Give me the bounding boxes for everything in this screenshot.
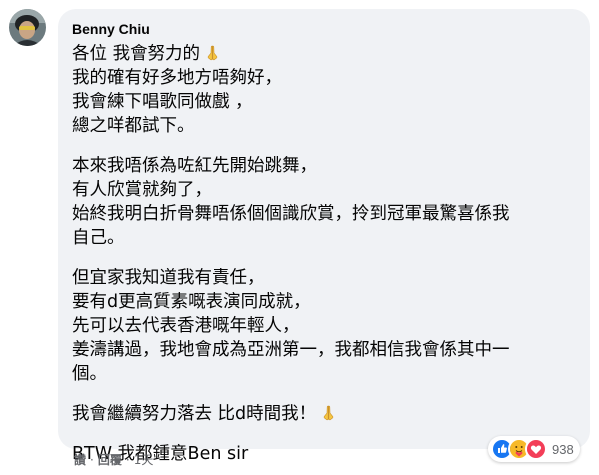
comment-line-text: 先可以去代表香港嘅年輕人， bbox=[72, 316, 300, 336]
like-button[interactable]: 讚 bbox=[74, 452, 86, 468]
comment-line-text: 本來我唔係為咗紅先開始跳舞， bbox=[72, 156, 317, 176]
comment-line: 姜濤講過，我地會成為亞洲第一，我都相信我會係其中一 bbox=[72, 338, 576, 362]
comment-line: 要有d更高質素嘅表演同成就， bbox=[72, 290, 576, 314]
comment-line: 總之咩都試下。 bbox=[72, 114, 576, 138]
reactions-summary[interactable]: 938 bbox=[488, 436, 580, 462]
comment-bubble: Benny Chiu 各位 我會努力的我的確有好多地方唔夠好， 我會練下唱歌同做戲… bbox=[58, 9, 590, 464]
comment-line: 本來我唔係為咗紅先開始跳舞， bbox=[72, 154, 576, 178]
comment-line: 我的確有好多地方唔夠好， bbox=[72, 66, 576, 90]
comment-line: 各位 我會努力的 bbox=[72, 42, 576, 66]
comment-timestamp[interactable]: 1天 bbox=[134, 452, 154, 468]
folded-hands-icon bbox=[320, 404, 337, 421]
comment-line-text: 總之咩都試下。 bbox=[72, 116, 195, 136]
separator: · bbox=[90, 453, 94, 467]
comment-paragraph: 各位 我會努力的我的確有好多地方唔夠好， 我會練下唱歌同做戲 ， 總之咩都試下。 bbox=[72, 42, 576, 138]
comment-line-text: 我的確有好多地方唔夠好， bbox=[72, 68, 282, 88]
comment-line: 先可以去代表香港嘅年輕人， bbox=[72, 314, 576, 338]
comment-line-text: 各位 我會努力的 bbox=[72, 44, 201, 64]
comment-line-text: 自己。 bbox=[72, 228, 125, 248]
comment-line-text: 我會繼續努力落去 比d時間我！ bbox=[72, 404, 317, 424]
comment-line: 有人欣賞就夠了， bbox=[72, 178, 576, 202]
comment-line: 但宜家我知道我有責任， bbox=[72, 266, 576, 290]
love-icon bbox=[525, 438, 547, 460]
separator: · bbox=[125, 453, 130, 467]
comment-paragraph: 但宜家我知道我有責任， 要有d更高質素嘅表演同成就， 先可以去代表香港嘅年輕人， 姜濤… bbox=[72, 266, 576, 386]
comment-body: 各位 我會努力的我的確有好多地方唔夠好， 我會練下唱歌同做戲 ， 總之咩都試下。本來… bbox=[72, 42, 576, 466]
comment-line-text: 姜濤講過，我地會成為亞洲第一，我都相信我會係其中一 bbox=[72, 340, 510, 360]
avatar[interactable] bbox=[9, 9, 46, 46]
reply-button[interactable]: 回覆 bbox=[98, 452, 122, 468]
reaction-count: 938 bbox=[552, 441, 574, 457]
comment-line-text: 個。 bbox=[72, 364, 107, 384]
comment-line: 我會練下唱歌同做戲 ， bbox=[72, 90, 576, 114]
comment-line: 我會繼續努力落去 比d時間我！ bbox=[72, 402, 576, 426]
comment-actions: 讚 · 回覆 · 1天 bbox=[74, 452, 153, 468]
avatar-image bbox=[9, 9, 46, 46]
comment-line-text: 但宜家我知道我有責任， bbox=[72, 268, 265, 288]
comment-paragraph: 本來我唔係為咗紅先開始跳舞， 有人欣賞就夠了， 始終我明白折骨舞唔係個個識欣賞，拎到… bbox=[72, 154, 576, 250]
comment-line-text: 有人欣賞就夠了， bbox=[72, 180, 212, 200]
comment-line: 自己。 bbox=[72, 226, 576, 250]
comment-author[interactable]: Benny Chiu bbox=[72, 20, 576, 38]
comment-line-text: 始終我明白折骨舞唔係個個識欣賞，拎到冠軍最驚喜係我 bbox=[72, 204, 510, 224]
folded-hands-icon bbox=[204, 44, 221, 61]
comment-line-text: 我會練下唱歌同做戲 ， bbox=[72, 92, 253, 112]
comment-line: 個。 bbox=[72, 362, 576, 386]
comment-line: 始終我明白折骨舞唔係個個識欣賞，拎到冠軍最驚喜係我 bbox=[72, 202, 576, 226]
comment-line-text: 要有d更高質素嘅表演同成就， bbox=[72, 292, 311, 312]
comment-paragraph: 我會繼續努力落去 比d時間我！ bbox=[72, 402, 576, 426]
